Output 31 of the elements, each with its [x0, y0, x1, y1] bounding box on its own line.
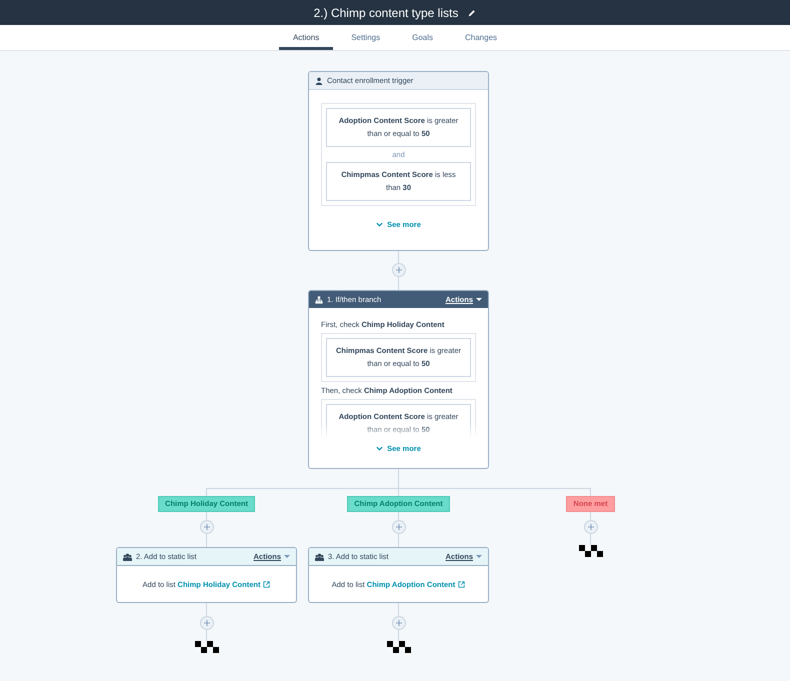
branch-card[interactable] [308, 290, 489, 469]
group-icon [315, 552, 324, 560]
plus-icon [396, 620, 402, 626]
tab[interactable]: Settings [337, 25, 394, 50]
chevron-down-icon [376, 446, 384, 451]
branch-icon [315, 296, 323, 304]
plus-icon [396, 524, 402, 530]
tab[interactable]: Changes [451, 25, 512, 50]
add-step-button[interactable] [584, 520, 598, 534]
add-step-button[interactable] [392, 263, 406, 277]
external-link-icon[interactable] [263, 580, 270, 588]
add-step-button[interactable] [392, 616, 406, 630]
plus-icon [204, 524, 210, 530]
add-step-button[interactable] [200, 616, 214, 630]
finish-flag-icon [578, 545, 602, 557]
external-link-icon[interactable] [458, 580, 466, 588]
person-icon [315, 76, 323, 84]
chevron-down-icon [376, 222, 384, 227]
plus-icon [588, 524, 594, 530]
workflow-title: 2.) Chimp content type lists [314, 6, 458, 20]
plus-icon [396, 267, 402, 273]
finish-flag-icon [386, 641, 410, 653]
caret-icon[interactable] [476, 298, 482, 301]
add-step-button[interactable] [200, 520, 214, 534]
tab[interactable]: Actions [278, 25, 334, 50]
tab[interactable]: Goals [398, 25, 447, 50]
group-icon [123, 552, 132, 560]
plus-icon [204, 620, 210, 626]
pencil-icon[interactable] [468, 8, 476, 16]
finish-flag-icon [194, 641, 218, 653]
add-step-button[interactable] [392, 520, 406, 534]
